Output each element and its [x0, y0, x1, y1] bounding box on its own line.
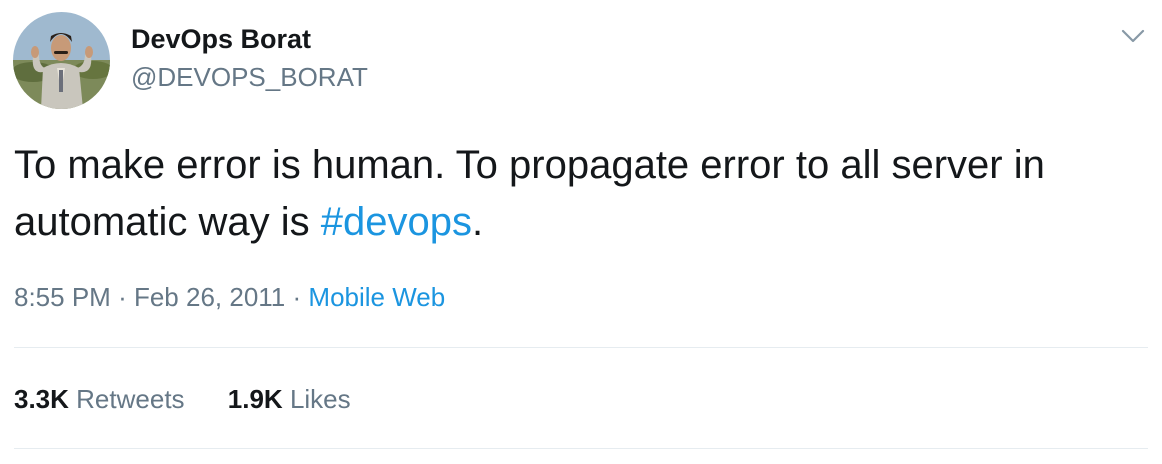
- tweet-card: DevOps Borat @DEVOPS_BORAT To make error…: [0, 0, 1162, 464]
- likes-stat[interactable]: 1.9K Likes: [228, 384, 351, 414]
- tweet-source-link[interactable]: Mobile Web: [308, 282, 445, 312]
- author-name[interactable]: DevOps Borat: [131, 24, 311, 55]
- chevron-down-icon: [1121, 29, 1145, 43]
- meta-separator: ·: [292, 282, 302, 312]
- profile-photo: [13, 12, 110, 109]
- retweets-count: 3.3K: [14, 384, 69, 414]
- author-avatar[interactable]: [13, 12, 110, 109]
- retweets-label: Retweets: [76, 384, 185, 414]
- tweet-time[interactable]: 8:55 PM: [14, 282, 111, 312]
- likes-count: 1.9K: [227, 384, 283, 414]
- tweet-text-end: .: [472, 200, 484, 244]
- hashtag-link[interactable]: #devops: [321, 200, 472, 244]
- tweet-text: To make error is human. To propagate err…: [14, 137, 1154, 251]
- likes-label: Likes: [289, 384, 351, 414]
- meta-separator: ·: [118, 282, 127, 312]
- tweet-text-body: To make error is human. To propagate err…: [14, 143, 1045, 244]
- divider: [14, 448, 1148, 449]
- tweet-meta: 8:55 PM · Feb 26, 2011 · Mobile Web: [14, 282, 445, 313]
- retweets-stat[interactable]: 3.3K Retweets: [14, 384, 185, 414]
- divider: [14, 347, 1148, 348]
- tweet-stats: 3.3K Retweets 1.9K Likes: [14, 384, 387, 415]
- tweet-date[interactable]: Feb 26, 2011: [134, 282, 285, 312]
- author-handle[interactable]: @DEVOPS_BORAT: [131, 62, 368, 93]
- tweet-menu-button[interactable]: [1118, 24, 1148, 48]
